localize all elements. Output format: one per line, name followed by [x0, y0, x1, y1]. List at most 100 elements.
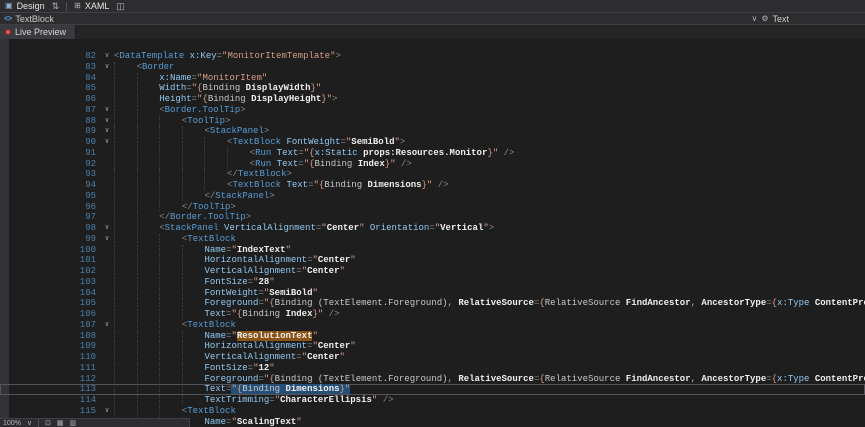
snap-grid-icon[interactable]: ▦ — [57, 420, 64, 427]
zoom-fit-icon[interactable]: ⊡ — [45, 420, 51, 427]
code-line[interactable]: 90∨ <TextBlock FontWeight="SemiBold"> — [0, 137, 865, 148]
xaml-tab-label: XAML — [85, 1, 110, 11]
code-line[interactable]: 113 Text="{Binding Dimensions}" — [0, 384, 865, 395]
line-number[interactable]: 84 — [0, 73, 100, 84]
code-line[interactable]: 92 <Run Text="{Binding Index}" /> — [0, 159, 865, 170]
line-number[interactable]: 113 — [0, 384, 100, 395]
fold-chevron-icon[interactable]: ∨ — [100, 126, 114, 137]
xaml-tab[interactable]: ⊞ XAML — [74, 1, 109, 11]
line-number[interactable]: 87 — [0, 105, 100, 116]
code-line[interactable]: 91 <Run Text="{x:Static props:Resources.… — [0, 148, 865, 159]
code-line[interactable]: 114 TextTrimming="CharacterEllipsis" /> — [0, 395, 865, 406]
code-line[interactable]: 95 </StackPanel> — [0, 191, 865, 202]
code-line[interactable]: 108 Name="ResolutionText" — [0, 331, 865, 342]
line-number[interactable]: 112 — [0, 374, 100, 385]
design-tab[interactable]: ▣ Design — [5, 1, 45, 11]
fold-chevron-icon[interactable]: ∨ — [100, 105, 114, 116]
code-line[interactable]: 97 </Border.ToolTip> — [0, 212, 865, 223]
line-number[interactable]: 111 — [0, 363, 100, 374]
line-number[interactable]: 97 — [0, 212, 100, 223]
line-number[interactable]: 96 — [0, 202, 100, 213]
code-line[interactable]: 105 Foreground="{Binding (TextElement.Fo… — [0, 298, 865, 309]
code-line[interactable]: 107∨ <TextBlock — [0, 320, 865, 331]
code-line[interactable]: 87∨ <Border.ToolTip> — [0, 105, 865, 116]
fold-chevron-icon[interactable]: ∨ — [100, 223, 114, 234]
xaml-code-editor[interactable]: 82∨<DataTemplate x:Key="MonitorItemTempl… — [0, 39, 865, 427]
line-number[interactable]: 90 — [0, 137, 100, 148]
indent-guide — [137, 288, 160, 298]
line-number[interactable]: 101 — [0, 255, 100, 266]
line-number[interactable]: 83 — [0, 62, 100, 73]
fold-chevron-icon[interactable]: ∨ — [100, 62, 114, 73]
code-line[interactable]: 94 <TextBlock Text="{Binding Dimensions}… — [0, 180, 865, 191]
indent-guide — [114, 212, 137, 222]
code-line[interactable]: 86 Height="{Binding DisplayHeight}"> — [0, 94, 865, 105]
fold-chevron-icon[interactable]: ∨ — [100, 116, 114, 127]
code-line[interactable]: 85 Width="{Binding DisplayWidth}" — [0, 83, 865, 94]
fold-chevron-icon[interactable]: ∨ — [100, 51, 114, 62]
line-number[interactable]: 94 — [0, 180, 100, 191]
line-number[interactable]: 86 — [0, 94, 100, 105]
line-number[interactable]: 115 — [0, 406, 100, 417]
code-line[interactable]: 111 FontSize="12" — [0, 363, 865, 374]
line-number[interactable]: 103 — [0, 277, 100, 288]
live-preview-tab[interactable]: Live Preview — [0, 25, 76, 39]
swap-panes-icon[interactable]: ⇅ — [52, 2, 60, 11]
code-line[interactable]: 110 VerticalAlignment="Center" — [0, 352, 865, 363]
code-line[interactable]: 103 FontSize="28" — [0, 277, 865, 288]
code-line[interactable]: 89∨ <StackPanel> — [0, 126, 865, 137]
code-line[interactable]: 82∨<DataTemplate x:Key="MonitorItemTempl… — [0, 51, 865, 62]
code-line[interactable]: 100 Name="IndexText" — [0, 245, 865, 256]
line-number[interactable]: 95 — [0, 191, 100, 202]
fold-chevron-icon[interactable]: ∨ — [100, 320, 114, 331]
code-line[interactable]: 83∨ <Border — [0, 62, 865, 73]
code-line[interactable]: 96 </ToolTip> — [0, 202, 865, 213]
fold-chevron-icon[interactable]: ∨ — [100, 137, 114, 148]
line-number[interactable]: 114 — [0, 395, 100, 406]
fold-chevron-icon[interactable]: ∨ — [100, 406, 114, 417]
fold-chevron-icon[interactable]: ∨ — [100, 234, 114, 245]
line-number[interactable]: 98 — [0, 223, 100, 234]
snapline-icon[interactable]: ▥ — [70, 420, 77, 427]
chevron-down-icon[interactable]: ∨ — [751, 15, 757, 23]
code-line[interactable]: 93 </TextBlock> — [0, 169, 865, 180]
code-line[interactable]: 99∨ <TextBlock — [0, 234, 865, 245]
zoom-level[interactable]: 100% — [3, 420, 21, 427]
code-line[interactable]: 102 VerticalAlignment="Center" — [0, 266, 865, 277]
line-number[interactable]: 82 — [0, 51, 100, 62]
line-number[interactable]: 102 — [0, 266, 100, 277]
code-line[interactable]: 109 HorizontalAlignment="Center" — [0, 341, 865, 352]
line-number[interactable]: 85 — [0, 83, 100, 94]
line-number[interactable]: 93 — [0, 169, 100, 180]
line-number[interactable]: 89 — [0, 126, 100, 137]
line-number[interactable]: 109 — [0, 341, 100, 352]
code-line[interactable]: 106 Text="{Binding Index}" /> — [0, 309, 865, 320]
popout-window-icon[interactable]: ◫ — [116, 2, 125, 11]
zoom-dropdown-icon[interactable]: ∨ — [27, 420, 32, 427]
code-line[interactable]: 88∨ <ToolTip> — [0, 116, 865, 127]
line-number[interactable]: 88 — [0, 116, 100, 127]
code-line[interactable]: 112 Foreground="{Binding (TextElement.Fo… — [0, 374, 865, 385]
indent-guide — [159, 288, 182, 298]
indent-guide — [182, 191, 205, 201]
line-number[interactable]: 91 — [0, 148, 100, 159]
line-number[interactable]: 106 — [0, 309, 100, 320]
code-line[interactable]: 98∨ <StackPanel VerticalAlignment="Cente… — [0, 223, 865, 234]
line-number[interactable]: 99 — [0, 234, 100, 245]
code-line[interactable]: 104 FontWeight="SemiBold" — [0, 288, 865, 299]
code-line[interactable]: 115∨ <TextBlock — [0, 406, 865, 417]
wrench-icon: ⚙ — [761, 15, 768, 23]
code-line[interactable]: 101 HorizontalAlignment="Center" — [0, 255, 865, 266]
line-number[interactable]: 92 — [0, 159, 100, 170]
property-breadcrumb[interactable]: Text — [772, 14, 789, 24]
line-number[interactable]: 110 — [0, 352, 100, 363]
line-number[interactable]: 107 — [0, 320, 100, 331]
code-text: TextTrimming="CharacterEllipsis" /> — [114, 395, 865, 406]
line-number[interactable]: 104 — [0, 288, 100, 299]
line-number[interactable]: 108 — [0, 331, 100, 342]
line-number[interactable]: 100 — [0, 245, 100, 256]
code-line[interactable]: 84 x:Name="MonitorItem" — [0, 73, 865, 84]
line-number[interactable]: 105 — [0, 298, 100, 309]
element-breadcrumb[interactable]: TextBlock — [15, 14, 54, 24]
indent-guide — [114, 223, 137, 233]
